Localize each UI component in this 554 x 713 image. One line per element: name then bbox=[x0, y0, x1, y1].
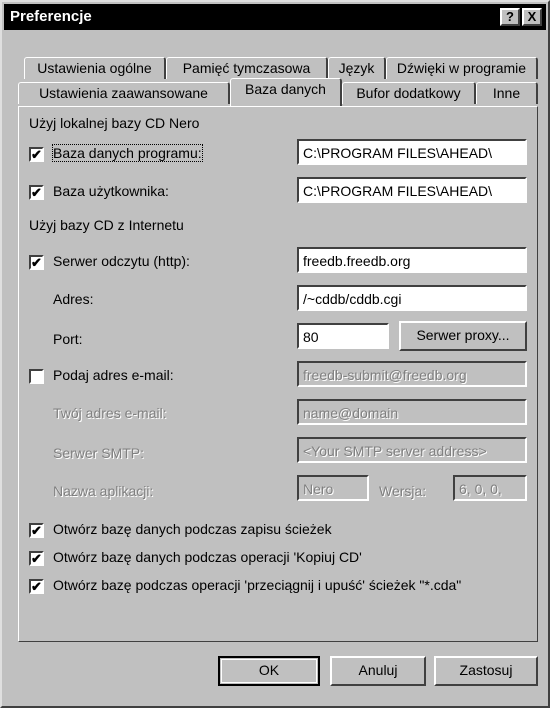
tab-general[interactable]: Ustawienia ogólne bbox=[24, 57, 166, 79]
address-input[interactable]: /~cddb/cddb.cgi bbox=[297, 285, 527, 311]
version-input[interactable]: 6, 0, 0, bbox=[453, 475, 527, 501]
your-email-input[interactable]: name@domain bbox=[297, 399, 527, 425]
version-label: Wersja: bbox=[379, 483, 427, 499]
server-input[interactable]: freedb.freedb.org bbox=[297, 247, 527, 273]
smtp-label: Serwer SMTP: bbox=[53, 445, 145, 461]
tab-extra-buffer[interactable]: Bufor dodatkowy bbox=[342, 82, 476, 104]
user-db-path-input[interactable]: C:\PROGRAM FILES\AHEAD\ bbox=[297, 177, 527, 203]
tab-cache[interactable]: Pamięć tymczasowa bbox=[166, 57, 328, 79]
option-2-checkbox[interactable]: ✔ bbox=[29, 551, 44, 566]
title-bar: Preferencje ? X bbox=[4, 4, 546, 30]
tab-sounds[interactable]: Dźwięki w programie bbox=[386, 57, 538, 79]
user-db-label: Baza użytkownika: bbox=[53, 183, 169, 199]
local-section-header: Użyj lokalnej bazy CD Nero bbox=[29, 115, 200, 131]
option-3-label: Otwórz bazę podczas operacji 'przeciągni… bbox=[53, 577, 462, 593]
option-1-checkbox[interactable]: ✔ bbox=[29, 523, 44, 538]
app-name-label: Nazwa aplikacji: bbox=[53, 483, 154, 499]
tab-advanced[interactable]: Ustawienia zaawansowane bbox=[18, 82, 230, 104]
close-button[interactable]: X bbox=[522, 8, 542, 26]
internet-section-header: Użyj bazy CD z Internetu bbox=[29, 217, 184, 233]
port-label: Port: bbox=[53, 331, 83, 347]
preferences-window: Preferencje ? X Ustawienia ogólne Pamięć… bbox=[0, 0, 550, 708]
server-checkbox[interactable]: ✔ bbox=[29, 255, 44, 270]
smtp-input[interactable]: <Your SMTP server address> bbox=[297, 437, 527, 463]
proxy-button[interactable]: Serwer proxy... bbox=[399, 321, 527, 351]
help-button[interactable]: ? bbox=[500, 8, 520, 26]
address-label: Adres: bbox=[53, 291, 94, 307]
app-name-input[interactable]: Nero bbox=[297, 475, 369, 501]
tab-other[interactable]: Inne bbox=[476, 82, 538, 104]
email-checkbox[interactable] bbox=[29, 369, 44, 384]
email-label: Podaj adres e-mail: bbox=[53, 367, 174, 383]
program-db-path-input[interactable]: C:\PROGRAM FILES\AHEAD\ bbox=[297, 139, 527, 165]
user-db-checkbox[interactable]: ✔ bbox=[29, 185, 44, 200]
option-2-label: Otwórz bazę danych podczas operacji 'Kop… bbox=[53, 549, 362, 565]
email-input[interactable]: freedb-submit@freedb.org bbox=[297, 361, 527, 387]
apply-button[interactable]: Zastosuj bbox=[434, 656, 538, 686]
cancel-button[interactable]: Anuluj bbox=[330, 656, 426, 686]
database-panel: Użyj lokalnej bazy CD Nero ✔ Baza danych… bbox=[18, 106, 538, 642]
window-title: Preferencje bbox=[10, 8, 92, 25]
tab-database[interactable]: Baza danych bbox=[230, 78, 342, 106]
server-label: Serwer odczytu (http): bbox=[53, 253, 190, 269]
port-input[interactable]: 80 bbox=[297, 323, 389, 349]
ok-button[interactable]: OK bbox=[218, 656, 320, 686]
program-db-checkbox[interactable]: ✔ bbox=[29, 147, 44, 162]
option-3-checkbox[interactable]: ✔ bbox=[29, 579, 44, 594]
tab-language[interactable]: Język bbox=[328, 57, 386, 79]
program-db-label: Baza danych programu: bbox=[52, 144, 203, 162]
your-email-label: Twój adres e-mail: bbox=[53, 405, 167, 421]
option-1-label: Otwórz bazę danych podczas zapisu ścieże… bbox=[53, 521, 332, 537]
